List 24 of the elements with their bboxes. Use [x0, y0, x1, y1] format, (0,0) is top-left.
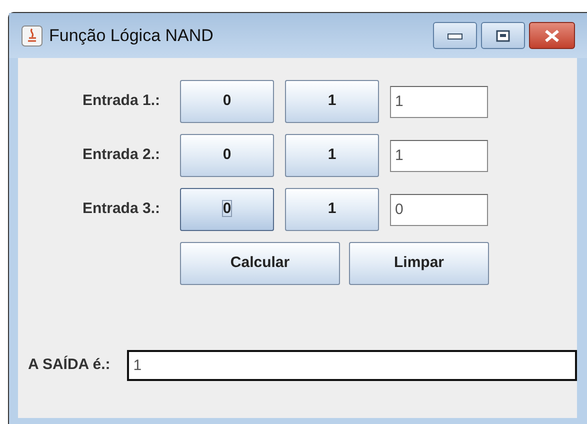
- value-button[interactable]: 0: [180, 134, 274, 177]
- input-label: Entrada 2.:: [81, 145, 160, 166]
- close-icon: [543, 28, 561, 42]
- value-button[interactable]: 0: [180, 188, 274, 231]
- value-button[interactable]: 0: [180, 80, 274, 123]
- value-button[interactable]: 1: [285, 80, 379, 123]
- value-button[interactable]: 1: [285, 134, 379, 177]
- close-button[interactable]: [529, 22, 575, 49]
- maximize-icon: [496, 30, 510, 42]
- minimize-icon: [447, 32, 463, 40]
- input-label: Entrada 3.:: [81, 199, 160, 220]
- value-field[interactable]: 1: [390, 86, 488, 118]
- action-button[interactable]: Calcular: [180, 242, 340, 285]
- output-label: A SAÍDA é.:: [28, 354, 110, 376]
- maximize-button[interactable]: [481, 22, 525, 49]
- input-label: Entrada 1.:: [81, 91, 160, 112]
- value-field[interactable]: 1: [390, 140, 488, 172]
- window-title: Função Lógica NAND: [49, 24, 214, 47]
- output-field[interactable]: 1: [127, 350, 577, 381]
- minimize-button[interactable]: [433, 22, 477, 49]
- java-icon: [21, 24, 43, 46]
- action-button[interactable]: Limpar: [349, 242, 489, 285]
- value-button[interactable]: 1: [285, 188, 379, 231]
- value-field[interactable]: 0: [390, 194, 488, 226]
